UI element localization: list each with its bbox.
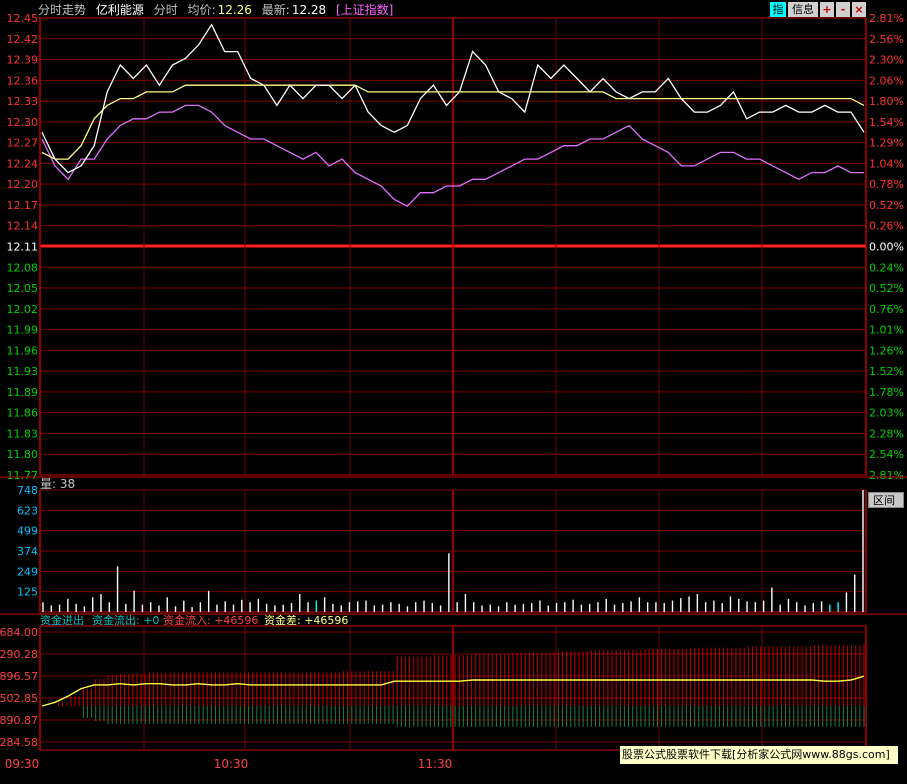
pct-tick-label: 2.06% [869,74,904,87]
close-button[interactable]: × [852,2,866,17]
price-tick-label: 11.96 [7,344,39,357]
view-title: 分时走势 [38,3,87,17]
volume-tick-label: 623 [17,504,38,517]
pct-tick-label: 1.78% [869,386,904,399]
pct-tick-label: 1.01% [869,324,904,337]
pct-tick-label: 2.56% [869,33,904,46]
pct-tick-label: 2.81% [869,469,904,482]
avg-value: 12.26 [217,3,252,17]
price-tick-label: 11.99 [7,324,39,337]
time-axis-label: 09:30 [5,757,40,771]
volume-title: 量: 38 [40,477,75,491]
pct-tick-label: 1.29% [869,137,904,150]
price-tick-label: 12.20 [7,178,39,191]
pct-tick-label: 0.26% [869,220,904,233]
fund-tick-label: 290.28 [0,648,38,661]
price-tick-label: 12.24 [7,157,39,170]
brand-banner: 股票公式股票软件下载[分析家公式网www.88gs.com] [620,746,898,764]
last-value: 12.28 [291,3,327,17]
price-tick-label: 12.11 [7,241,39,254]
pct-tick-label: 2.03% [869,407,904,420]
pct-tick-label: 0.24% [869,261,904,274]
pct-tick-label: 1.04% [869,157,904,170]
fund-tick-label: 684.00 [0,626,38,639]
stock-name: 亿利能源 [95,3,144,17]
pct-tick-label: 0.52% [869,199,904,212]
last-label: 最新: [261,3,290,17]
pct-tick-label: 0.78% [869,178,904,191]
price-tick-label: 12.14 [7,220,39,233]
zoom-in-button[interactable]: + [820,2,834,17]
price-tick-label: 12.27 [7,137,39,150]
avg-label: 均价: [187,3,216,17]
volume-tick-label: 748 [17,484,38,497]
fund-tick-label: 896.57 [0,670,38,683]
price-tick-label: 11.93 [7,365,39,378]
info-button[interactable]: 信息 [788,2,818,17]
intraday-chart[interactable]: 12.45 2.81% 12.42 2.56% 12.39 2.30% 12.36 2.06%… [0,0,907,784]
mode-label: 分时 [153,3,178,17]
pct-tick-label: 0.00% [869,241,904,254]
pct-tick-label: 1.26% [869,344,904,357]
pct-tick-label: 1.54% [869,116,904,129]
time-axis-label: 10:30 [214,757,249,771]
fund-legend-item: 资金差: +46596 [264,613,348,627]
fund-title: 资金进出 [40,613,84,627]
price-tick-label: 12.39 [7,54,39,67]
price-tick-label: 11.86 [7,407,39,420]
price-tick-label: 11.80 [7,448,39,461]
price-tick-label: 12.08 [7,261,39,274]
index-button[interactable]: 指 [770,2,786,17]
volume-tick-label: 249 [17,565,38,578]
fund-legend-item: 资金流入: +46596 [163,613,258,627]
pct-tick-label: 0.76% [869,303,904,316]
price-tick-label: 12.30 [7,116,39,129]
price-tick-label: 12.02 [7,303,39,316]
pct-tick-label: 2.28% [869,427,904,440]
price-tick-label: 12.33 [7,95,39,108]
time-axis-label: 11:30 [418,757,453,771]
pct-tick-label: 2.30% [869,54,904,67]
chart-header: 分时走势 亿利能源 分时 均价: 12.26 最新: 12.28 [上证指数] [38,2,399,18]
price-tick-label: 11.77 [7,469,39,482]
price-tick-label: 12.42 [7,33,39,46]
price-tick-label: 12.36 [7,74,39,87]
price-tick-label: 12.05 [7,282,39,295]
range-button[interactable]: 区间 [868,492,904,508]
price-tick-label: 12.17 [7,199,39,212]
pct-tick-label: 0.52% [869,282,904,295]
pct-tick-label: 2.81% [869,12,904,25]
zoom-out-button[interactable]: - [836,2,850,17]
price-tick-label: 12.45 [7,12,39,25]
fund-legend-item: 资金流出: +0 [92,613,159,627]
price-tick-label: 11.89 [7,386,39,399]
fund-tick-label: 890.87 [0,714,38,727]
volume-tick-label: 499 [17,525,38,538]
pct-tick-label: 2.54% [869,448,904,461]
index-link[interactable]: [上证指数] [336,3,393,17]
pct-tick-label: 1.80% [869,95,904,108]
fund-tick-label: 502.85 [0,692,38,705]
pct-tick-label: 1.52% [869,365,904,378]
volume-tick-label: 125 [17,586,38,599]
fund-tick-label: 284.58 [0,736,38,749]
volume-tick-label: 374 [17,545,38,558]
price-tick-label: 11.83 [7,427,39,440]
